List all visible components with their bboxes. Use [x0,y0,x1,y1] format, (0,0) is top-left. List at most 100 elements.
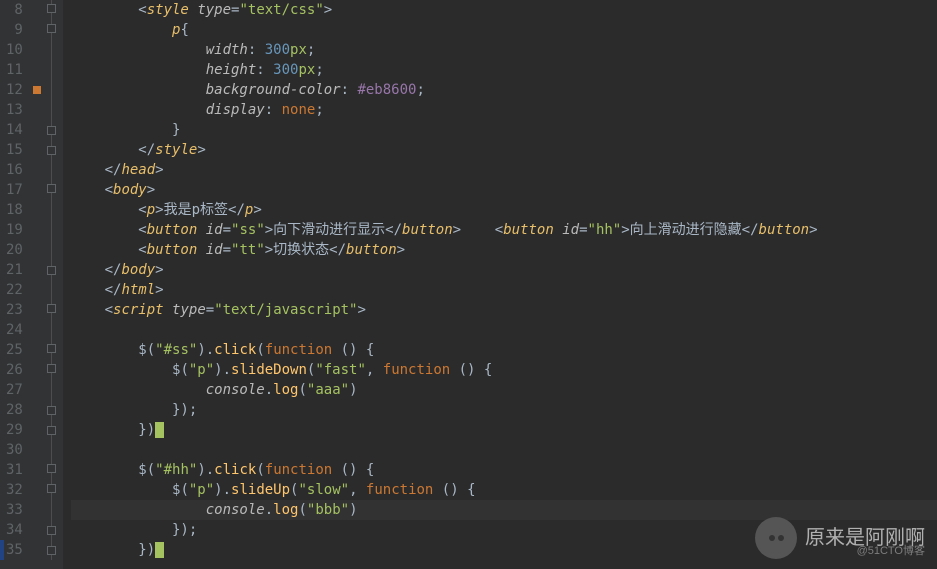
code-line[interactable]: } [71,120,937,140]
fold-cell[interactable] [45,300,63,320]
fold-cell[interactable] [45,140,63,160]
gutter-marker [31,80,45,100]
line-number: 10 [6,40,23,60]
fold-cell[interactable] [45,320,63,340]
fold-cell[interactable] [45,100,63,120]
fold-toggle-icon[interactable] [47,344,56,353]
code-line[interactable]: </style> [71,140,937,160]
fold-toggle-icon[interactable] [47,304,56,313]
code-line[interactable]: <script type="text/javascript"> [71,300,937,320]
fold-toggle-icon[interactable] [47,526,56,535]
fold-toggle-icon[interactable] [47,484,56,493]
fold-cell[interactable] [45,180,63,200]
code-line[interactable]: <p>我是p标签</p> [71,200,937,220]
code-line[interactable]: </html> [71,280,937,300]
code-line[interactable]: <button id="tt">切换状态</button> [71,240,937,260]
fold-toggle-icon[interactable] [47,266,56,275]
code-line[interactable]: $("#hh").click(function () { [71,460,937,480]
fold-toggle-icon[interactable] [47,426,56,435]
wechat-icon [755,517,797,559]
line-number: 34 [6,520,23,540]
line-number: 11 [6,60,23,80]
line-number: 33 [6,500,23,520]
code-line[interactable]: display: none; [71,100,937,120]
line-number: 8 [6,0,23,20]
fold-cell[interactable] [45,360,63,380]
fold-toggle-icon[interactable] [47,406,56,415]
line-number: 31 [6,460,23,480]
gutter-marker [31,300,45,320]
code-line[interactable]: p{ [71,20,937,40]
fold-cell[interactable] [45,380,63,400]
code-line[interactable]: background-color: #eb8600; [71,80,937,100]
gutter-marker [31,20,45,40]
code-line[interactable]: $("p").slideDown("fast", function () { [71,360,937,380]
gutter-marker [31,120,45,140]
fold-cell[interactable] [45,120,63,140]
fold-toggle-icon[interactable] [47,184,56,193]
fold-cell[interactable] [45,80,63,100]
fold-cell[interactable] [45,240,63,260]
gutter-marker [31,320,45,340]
code-area[interactable]: <style type="text/css"> p{ width: 300px;… [63,0,937,569]
code-editor[interactable]: 8910111213141516171819202122232425262728… [0,0,937,569]
gutter-marker [31,0,45,20]
line-number: 26 [6,360,23,380]
fold-toggle-icon[interactable] [47,146,56,155]
fold-toggle-icon[interactable] [47,4,56,13]
fold-cell[interactable] [45,200,63,220]
fold-cell[interactable] [45,160,63,180]
gutter-marker [31,160,45,180]
line-number: 29 [6,420,23,440]
gutter-marker [31,420,45,440]
code-line[interactable]: height: 300px; [71,60,937,80]
line-number: 24 [6,320,23,340]
fold-cell[interactable] [45,520,63,540]
code-line[interactable]: }) [71,420,937,440]
line-number: 27 [6,380,23,400]
gutter-marker [31,460,45,480]
fold-cell[interactable] [45,40,63,60]
code-line[interactable]: <button id="ss">向下滑动进行显示</button> <butto… [71,220,937,240]
fold-cell[interactable] [45,500,63,520]
fold-cell[interactable] [45,60,63,80]
code-line[interactable]: <body> [71,180,937,200]
fold-cell[interactable] [45,20,63,40]
fold-cell[interactable] [45,280,63,300]
fold-cell[interactable] [45,220,63,240]
code-line[interactable]: <style type="text/css"> [71,0,937,20]
line-number: 18 [6,200,23,220]
fold-cell[interactable] [45,260,63,280]
fold-toggle-icon[interactable] [47,364,56,373]
fold-toggle-icon[interactable] [47,464,56,473]
fold-cell[interactable] [45,400,63,420]
gutter-marker [31,220,45,240]
fold-cell[interactable] [45,540,63,560]
fold-column[interactable] [45,0,63,569]
code-line[interactable] [71,440,937,460]
fold-cell[interactable] [45,0,63,20]
code-line[interactable]: console.log("aaa") [71,380,937,400]
line-number: 22 [6,280,23,300]
fold-toggle-icon[interactable] [47,546,56,555]
fold-cell[interactable] [45,460,63,480]
fold-toggle-icon[interactable] [47,24,56,33]
code-line[interactable]: $("#ss").click(function () { [71,340,937,360]
code-line[interactable]: width: 300px; [71,40,937,60]
code-line[interactable]: $("p").slideUp("slow", function () { [71,480,937,500]
code-line[interactable] [71,320,937,340]
code-line[interactable]: </body> [71,260,937,280]
fold-cell[interactable] [45,440,63,460]
fold-toggle-icon[interactable] [47,126,56,135]
code-line[interactable]: }); [71,400,937,420]
fold-cell[interactable] [45,340,63,360]
line-number: 15 [6,140,23,160]
fold-cell[interactable] [45,480,63,500]
fold-cell[interactable] [45,420,63,440]
code-line[interactable]: </head> [71,160,937,180]
line-number: 12 [6,80,23,100]
gutter-marker [31,100,45,120]
line-number: 20 [6,240,23,260]
gutter-marker [31,200,45,220]
gutter-marker [31,340,45,360]
